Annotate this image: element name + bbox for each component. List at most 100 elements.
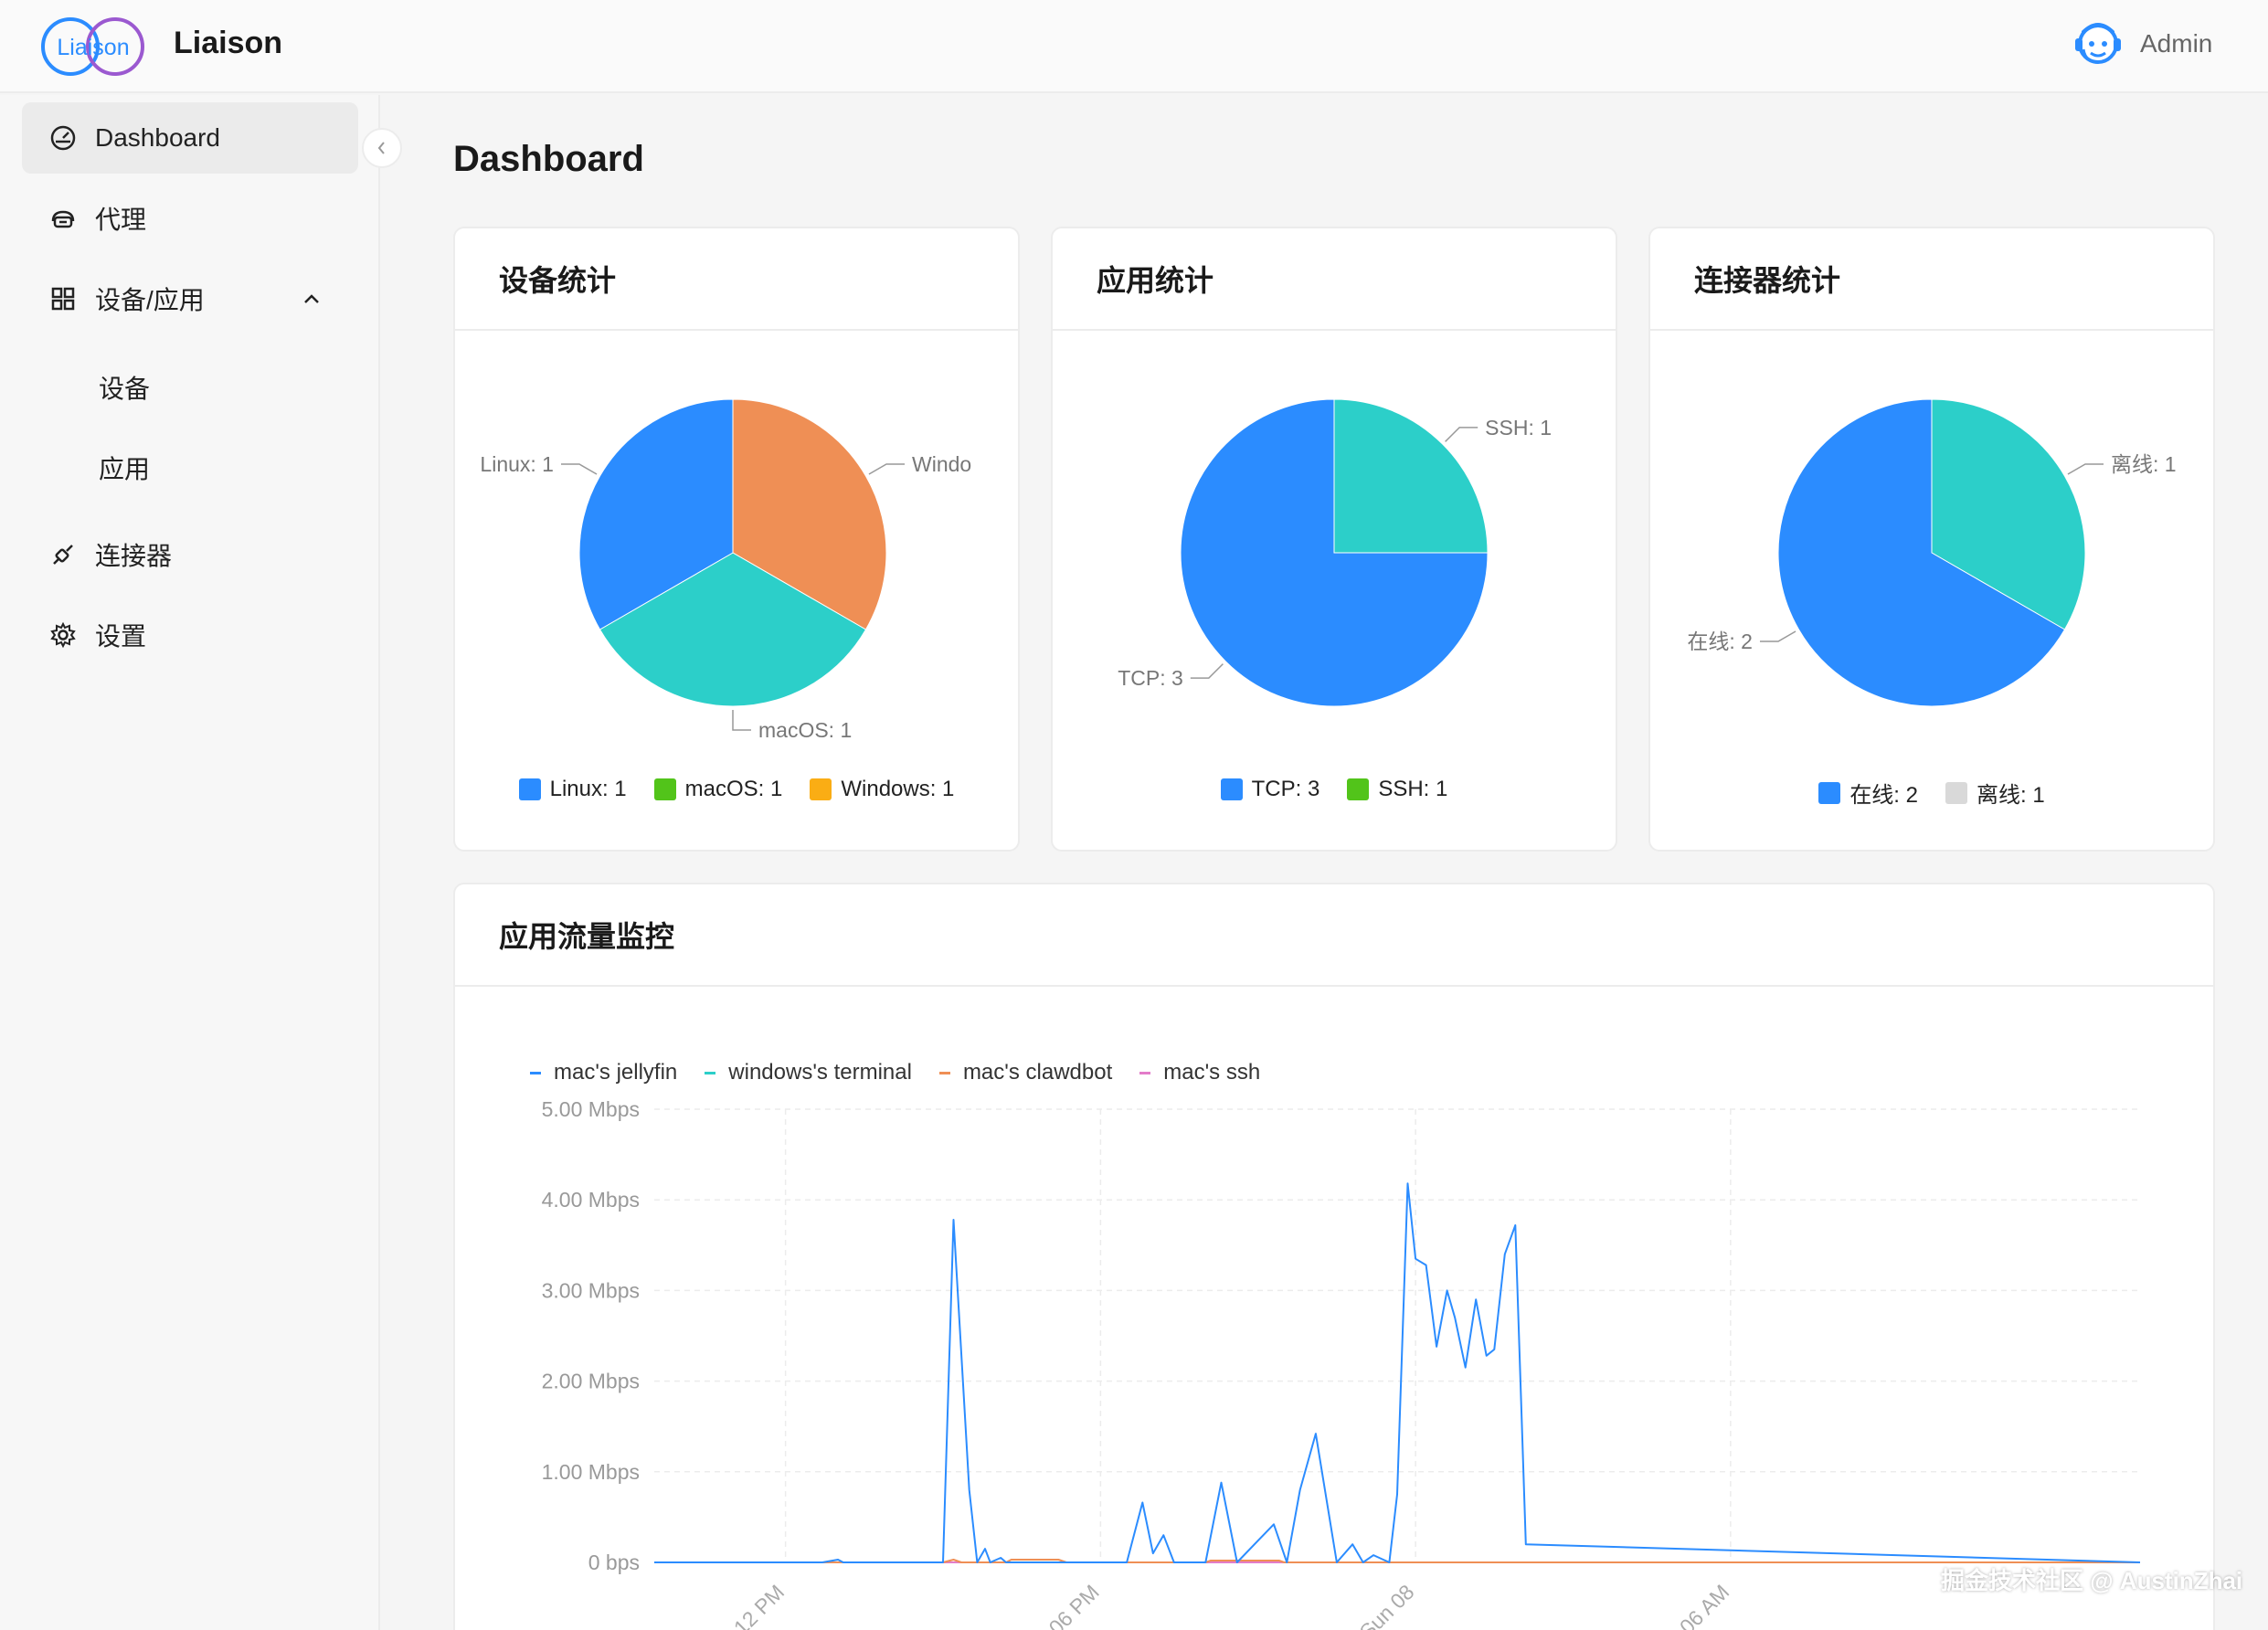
- sidebar-item-dashboard[interactable]: Dashboard: [22, 102, 358, 174]
- legend-swatch: [938, 1071, 950, 1074]
- app-pie-chart: SSH: 1 TCP: 3: [1118, 398, 1552, 707]
- proxy-icon: [48, 203, 79, 234]
- pie-callout-label: macOS: 1: [758, 718, 852, 742]
- sidebar-item-connectors[interactable]: 连接器: [22, 519, 358, 590]
- legend-item[interactable]: TCP: 3: [1220, 777, 1320, 802]
- legend-label: 在线: 2: [1849, 783, 1918, 808]
- pie-callout-line: [560, 463, 598, 475]
- legend-swatch: [518, 778, 541, 800]
- legend-swatch: [653, 778, 676, 800]
- legend-swatch: [1818, 781, 1841, 804]
- card-title: 应用统计: [1053, 228, 1616, 331]
- legend-label: Windows: 1: [841, 777, 955, 801]
- sidebar-item-devices-apps[interactable]: 设备/应用: [22, 263, 358, 334]
- pie-callout-label: SSH: 1: [1485, 416, 1552, 439]
- sidebar: Dashboard 代理 设备/应用 设备 应用 连接器 设置: [0, 95, 380, 1630]
- app-stats-card: 应用统计 SSH: 1 TCP: 3 TCP: 3 SSH: 1: [1051, 227, 1617, 852]
- legend-item[interactable]: macOS: 1: [653, 777, 783, 802]
- sidebar-item-label: 代理: [95, 206, 147, 234]
- y-tick-label: 0 bps: [588, 1551, 640, 1574]
- apps-grid-icon: [48, 283, 79, 314]
- connector-stats-card: 连接器统计 离线: 1 在线: 2 在线: 2 离线: 1: [1648, 227, 2215, 852]
- pie-callout-line: [732, 710, 751, 731]
- pie-callout-label: Windo: [912, 452, 971, 476]
- device-stats-card: 设备统计 Windo macOS: 1 Linux: 1 Linux: 1 macOS…: [453, 227, 1020, 852]
- series-line-mac-s-jellyfin[interactable]: [654, 1182, 2141, 1563]
- card-title: 连接器统计: [1650, 228, 2213, 331]
- legend-swatch: [1139, 1071, 1151, 1074]
- y-tick-label: 5.00 Mbps: [542, 1097, 640, 1121]
- legend-swatch: [1220, 778, 1243, 800]
- legend-item[interactable]: mac's jellyfin: [530, 1060, 677, 1085]
- legend-label: mac's jellyfin: [554, 1060, 678, 1085]
- chevron-left-icon: [377, 142, 385, 154]
- y-tick-label: 3.00 Mbps: [542, 1278, 640, 1302]
- legend-label: mac's clawdbot: [962, 1060, 1113, 1085]
- y-tick-label: 4.00 Mbps: [542, 1188, 640, 1212]
- liaison-logo-icon[interactable]: Liaison: [40, 16, 148, 77]
- legend-swatch: [1945, 781, 1967, 804]
- source-watermark: 掘金技术社区 @ AustinZhai: [1941, 1567, 2243, 1594]
- legend-item[interactable]: mac's clawdbot: [938, 1060, 1113, 1085]
- legend-label: Linux: 1: [549, 777, 627, 801]
- pie-slice-SSH[interactable]: [1333, 398, 1489, 554]
- card-title: 应用流量监控: [455, 884, 2213, 987]
- sidebar-item-proxy[interactable]: 代理: [22, 183, 358, 254]
- admin-avatar-icon[interactable]: [2072, 16, 2124, 71]
- connector-icon: [48, 539, 79, 570]
- pie-callout-label: 离线: 1: [2111, 452, 2177, 476]
- legend-label: 离线: 1: [1977, 783, 2045, 808]
- logo-text: Liaison: [57, 35, 129, 60]
- legend-item[interactable]: Windows: 1: [810, 777, 954, 802]
- legend-label: windows's terminal: [728, 1060, 912, 1085]
- pie-callout-line: [1445, 427, 1478, 442]
- x-tick-label: 12 PM: [729, 1580, 789, 1630]
- app-pie-legend: TCP: 3 SSH: 1: [1053, 777, 1616, 802]
- legend-label: mac's ssh: [1163, 1060, 1261, 1085]
- sidebar-collapse-button[interactable]: [362, 128, 402, 168]
- legend-swatch: [705, 1071, 716, 1074]
- legend-swatch: [530, 1071, 541, 1074]
- sidebar-item-label: Dashboard: [95, 123, 220, 152]
- sidebar-item-label: 设置: [95, 622, 147, 651]
- sidebar-subitem-apps[interactable]: 应用: [99, 450, 150, 486]
- y-tick-label: 2.00 Mbps: [542, 1370, 640, 1393]
- legend-item[interactable]: SSH: 1: [1347, 777, 1447, 802]
- card-title: 设备统计: [455, 228, 1018, 331]
- pie-callout-line: [2067, 463, 2104, 475]
- connector-pie-chart: 离线: 1 在线: 2: [1687, 398, 2177, 707]
- gear-icon: [48, 619, 79, 651]
- chevron-up-icon[interactable]: [300, 287, 323, 311]
- page-title: Dashboard: [453, 139, 644, 179]
- sidebar-subitem-devices[interactable]: 设备: [99, 369, 150, 406]
- legend-label: SSH: 1: [1378, 777, 1448, 801]
- sidebar-item-label: 设备/应用: [95, 286, 205, 314]
- pie-callout-label: TCP: 3: [1118, 666, 1183, 690]
- legend-item[interactable]: 离线: 1: [1945, 777, 2045, 809]
- app-name[interactable]: Liaison: [174, 26, 282, 61]
- legend-item[interactable]: windows's terminal: [705, 1060, 912, 1085]
- traffic-chart-legend: mac's jellyfin windows's terminal mac's cl…: [530, 1060, 1260, 1085]
- x-tick-label: Sun 08: [1355, 1580, 1419, 1630]
- traffic-monitor-card: 应用流量监控 0 bps 1.00 Mbps 2.00 Mbps 3.00 Mbps 4…: [453, 883, 2215, 1630]
- pie-callout-line: [1190, 663, 1224, 679]
- x-tick-label: 06 AM: [1675, 1580, 1734, 1630]
- pie-callout-label: Linux: 1: [480, 452, 554, 476]
- device-pie-chart: Windo macOS: 1 Linux: 1: [480, 398, 971, 742]
- legend-label: TCP: 3: [1251, 777, 1320, 801]
- legend-swatch: [810, 778, 832, 800]
- pie-callout-line: [1759, 630, 1796, 642]
- admin-user-name[interactable]: Admin: [2140, 29, 2212, 58]
- legend-swatch: [1347, 778, 1370, 800]
- x-tick-label: 06 PM: [1044, 1580, 1104, 1630]
- legend-item[interactable]: 在线: 2: [1818, 777, 1918, 809]
- connector-pie-legend: 在线: 2 离线: 1: [1650, 777, 2213, 809]
- device-pie-legend: Linux: 1 macOS: 1 Windows: 1: [455, 777, 1018, 802]
- pie-callout-line: [868, 463, 906, 475]
- legend-label: macOS: 1: [684, 777, 783, 801]
- legend-item[interactable]: mac's ssh: [1139, 1060, 1260, 1085]
- legend-item[interactable]: Linux: 1: [518, 777, 627, 802]
- dashboard-icon: [48, 122, 79, 153]
- sidebar-item-settings[interactable]: 设置: [22, 599, 358, 671]
- y-tick-label: 1.00 Mbps: [542, 1460, 640, 1484]
